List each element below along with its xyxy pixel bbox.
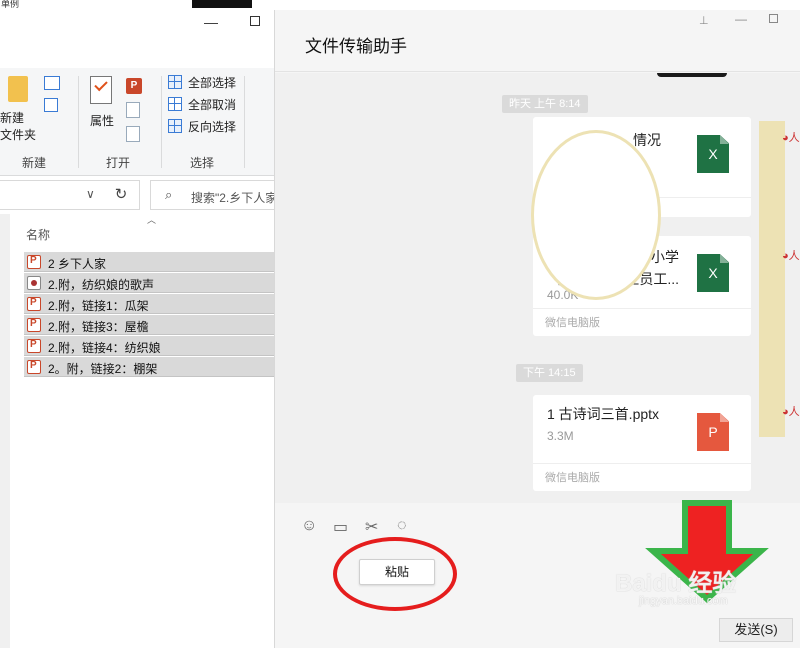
file-message[interactable]: 1 古诗词三首.pptx 3.3M P 微信电脑版 [533, 395, 751, 491]
screenshot-scissors-icon[interactable]: ✂ [365, 517, 378, 537]
powerpoint-file-icon [27, 297, 41, 311]
search-input[interactable]: ⌕ 搜索"2.乡下人家 [150, 180, 274, 210]
powerpoint-file-icon [27, 339, 41, 353]
watermark-url: jingyan.baidu.com [639, 595, 728, 607]
navigation-pane-edge [0, 214, 10, 648]
paste-menu-item[interactable]: 粘贴 [359, 559, 435, 585]
ribbon-separator [78, 76, 79, 168]
select-none-icon [168, 97, 182, 111]
file-size: 3.3M [547, 429, 574, 443]
excel-file-icon: X [697, 135, 729, 173]
dark-tab [192, 0, 252, 8]
wechat-chat-window: 文件传输助手 ⊥ — 昨天 上午 8:14 情况 X 小学 省外 圣员工... … [274, 10, 800, 648]
file-name: 2 乡下人家 [48, 257, 107, 271]
file-name: 2.附，链接3：屋檐 [48, 320, 149, 334]
powerpoint-open-icon[interactable]: P [126, 78, 142, 94]
ribbon-group-open: 打开 [106, 156, 131, 170]
file-name: 2.附，链接4：纺织娘 [48, 341, 161, 355]
new-folder-button[interactable]: 新建 文件夹 [0, 110, 36, 144]
file-row[interactable]: 2.附，纺织娘的歌声 [24, 273, 274, 293]
avatar[interactable]: ◕人 [782, 129, 800, 145]
file-explorer-window: 单例 — 新建 文件夹 新建 属性 P 打开 全部选择 全部取消 反向选择 选择… [0, 0, 274, 648]
select-all-icon [168, 75, 182, 89]
powerpoint-file-icon [27, 318, 41, 332]
file-row[interactable]: 2。附，链接2：棚架 [24, 357, 274, 377]
powerpoint-file-icon [27, 360, 41, 374]
properties-button[interactable]: 属性 [90, 112, 114, 129]
chevron-down-icon[interactable]: ∨ [86, 187, 95, 201]
timestamp: 下午 14:15 [516, 364, 583, 382]
easy-access-icon[interactable] [44, 98, 58, 112]
excel-file-icon: X [697, 254, 729, 292]
send-button[interactable]: 发送(S) [719, 618, 793, 642]
message-source: 微信电脑版 [533, 463, 751, 491]
history-icon[interactable] [126, 126, 140, 142]
maximize-icon[interactable] [769, 14, 778, 23]
message-source: 微信电脑版 [533, 308, 751, 336]
column-header-name[interactable]: 名称 [26, 226, 50, 243]
redaction-bar [759, 121, 785, 437]
sort-ascending-icon: ︿ [147, 215, 157, 225]
ribbon-separator [244, 76, 245, 168]
new-item-icon[interactable] [44, 76, 60, 90]
refresh-icon[interactable]: ↻ [108, 182, 134, 208]
file-row[interactable]: 2.附，链接3：屋檐 [24, 315, 274, 335]
timestamp: 昨天 上午 8:14 [502, 95, 588, 113]
edit-icon[interactable] [126, 102, 140, 118]
minimize-icon[interactable]: — [204, 14, 218, 30]
invert-selection-icon [168, 119, 182, 133]
taskbar-strip: 单例 [0, 0, 274, 9]
chat-history-icon[interactable]: ◌ [397, 517, 407, 535]
new-folder-icon[interactable] [8, 76, 28, 102]
avatar[interactable]: ◕人 [782, 403, 800, 419]
ribbon-group-select: 选择 [190, 156, 215, 170]
folder-icon[interactable]: ▭ [333, 517, 348, 537]
previous-message-bubble [657, 73, 727, 77]
file-name: 2。附，链接2：棚架 [48, 362, 158, 376]
ribbon-separator [161, 76, 162, 168]
message-list[interactable]: 昨天 上午 8:14 情况 X 小学 省外 圣员工... 40.0K X 微信电… [275, 73, 800, 503]
explorer-window-controls: — [200, 14, 274, 36]
minimize-icon[interactable]: — [735, 12, 747, 26]
watermark: Baidu 经验 [615, 570, 737, 597]
powerpoint-file-icon: P [697, 413, 729, 451]
message-composer[interactable]: ☺ ▭ ✂ ◌ 粘贴 Baidu 经验 jingyan.baidu.com 发送… [275, 500, 800, 648]
window-tab-label[interactable]: 单例 [0, 0, 19, 9]
file-name: 1 古诗词三首.pptx [547, 406, 660, 422]
properties-icon[interactable] [90, 76, 112, 104]
emoji-icon[interactable]: ☺ [301, 517, 317, 535]
file-name: 2.附，链接1：瓜架 [48, 299, 149, 313]
file-row[interactable]: 2.附，链接1：瓜架 [24, 294, 274, 314]
chat-header: 文件传输助手 ⊥ — [275, 10, 800, 72]
ribbon: 新建 文件夹 新建 属性 P 打开 全部选择 全部取消 反向选择 选择 [0, 68, 274, 176]
audio-file-icon [27, 276, 41, 290]
search-icon: ⌕ [165, 187, 173, 202]
maximize-icon[interactable] [250, 16, 260, 26]
pin-icon[interactable]: ⊥ [699, 14, 709, 27]
avatar[interactable]: ◕人 [782, 247, 800, 263]
file-row[interactable]: 2 乡下人家 [24, 252, 274, 272]
file-row[interactable]: 2.附，链接4：纺织娘 [24, 336, 274, 356]
search-placeholder: 搜索"2.乡下人家 [191, 191, 274, 205]
ribbon-group-new: 新建 [22, 156, 47, 170]
file-name: 2.附，纺织娘的歌声 [48, 278, 155, 292]
chat-title: 文件传输助手 [305, 37, 407, 56]
redaction-oval [531, 130, 661, 300]
powerpoint-file-icon [27, 255, 41, 269]
